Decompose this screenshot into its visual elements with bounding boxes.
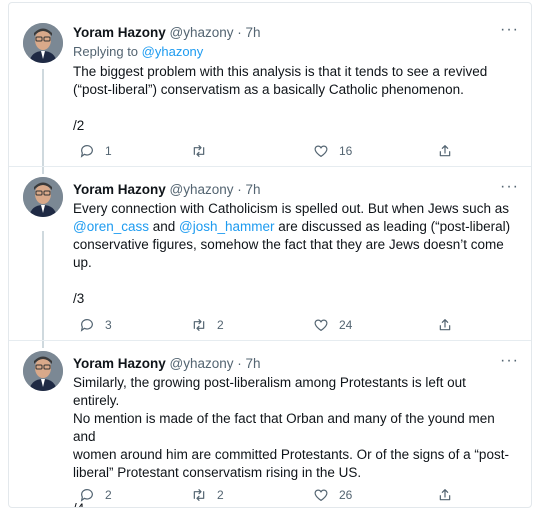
retweet-icon xyxy=(191,317,207,333)
reply-count: 3 xyxy=(105,318,112,332)
mention-link[interactable]: @josh_hammer xyxy=(179,219,275,234)
like-button[interactable]: 26 xyxy=(313,487,352,503)
share-button[interactable] xyxy=(437,317,453,333)
timestamp[interactable]: 7h xyxy=(246,356,261,371)
thread-number: /2 xyxy=(73,118,85,133)
share-button[interactable] xyxy=(437,143,453,159)
timestamp[interactable]: 7h xyxy=(246,25,261,40)
separator: · xyxy=(233,25,246,40)
display-name[interactable]: Yoram Hazony xyxy=(73,356,166,371)
tweet-line: The biggest problem with this analysis i… xyxy=(73,64,488,79)
tweet[interactable]: Yoram Hazony @yhazony · 7h ··· Similarly… xyxy=(9,340,531,507)
share-button[interactable] xyxy=(437,487,453,503)
retweet-button[interactable]: 2 xyxy=(191,487,224,503)
share-icon xyxy=(437,317,453,333)
avatar[interactable] xyxy=(23,177,63,217)
retweet-count: 2 xyxy=(217,318,224,332)
tweet-line: Similarly, the growing post-liberalism a… xyxy=(73,375,466,408)
user-handle[interactable]: @yhazony xyxy=(170,25,234,40)
tweet-actions: 3 2 24 xyxy=(73,317,473,337)
replying-to-handle[interactable]: @yhazony xyxy=(142,44,204,59)
tweet-line: @oren_cass and @josh_hammer are discusse… xyxy=(73,218,513,236)
separator: · xyxy=(233,182,246,197)
retweet-button[interactable] xyxy=(191,143,217,159)
tweet[interactable]: Yoram Hazony @yhazony · 7h ··· Replying … xyxy=(9,3,531,166)
tweet-line: No mention is made of the fact that Orba… xyxy=(73,411,495,444)
display-name[interactable]: Yoram Hazony xyxy=(73,25,166,40)
retweet-icon xyxy=(191,487,207,503)
share-icon xyxy=(437,487,453,503)
like-icon xyxy=(313,143,329,159)
reply-icon xyxy=(79,317,95,333)
reply-button[interactable]: 3 xyxy=(79,317,112,333)
thread-frame: Yoram Hazony @yhazony · 7h ··· Replying … xyxy=(8,2,532,508)
tweet-line: women around him are committed Protestan… xyxy=(73,447,509,462)
tweet-text-fragment: are discussed as leading (“post-liberal) xyxy=(274,219,511,234)
like-count: 24 xyxy=(339,318,353,332)
tweet-header: Yoram Hazony @yhazony · 7h xyxy=(73,356,261,371)
like-count: 16 xyxy=(339,144,353,158)
timestamp[interactable]: 7h xyxy=(246,182,261,197)
tweet-line: Every connection with Catholicism is spe… xyxy=(73,201,509,216)
tweet-line: up. xyxy=(73,255,92,270)
tweet[interactable]: Yoram Hazony @yhazony · 7h ··· Every con… xyxy=(9,166,531,341)
retweet-count: 2 xyxy=(217,488,224,502)
tweet-text: The biggest problem with this analysis i… xyxy=(73,63,513,135)
avatar[interactable] xyxy=(23,351,63,391)
retweet-button[interactable]: 2 xyxy=(191,317,224,333)
replying-to-label: Replying to xyxy=(73,44,139,59)
like-count: 26 xyxy=(339,488,353,502)
replying-to: Replying to @yhazony xyxy=(73,44,203,59)
reply-count: 1 xyxy=(105,144,112,158)
avatar[interactable] xyxy=(23,23,63,63)
like-button[interactable]: 24 xyxy=(313,317,352,333)
mention-link[interactable]: @oren_cass xyxy=(73,219,149,234)
reply-icon xyxy=(79,487,95,503)
reply-button[interactable]: 2 xyxy=(79,487,112,503)
like-icon xyxy=(313,487,329,503)
thread-number: /3 xyxy=(73,291,85,306)
tweet-header: Yoram Hazony @yhazony · 7h xyxy=(73,182,261,197)
tweet-header: Yoram Hazony @yhazony · 7h xyxy=(73,25,261,40)
like-icon xyxy=(313,317,329,333)
retweet-icon xyxy=(191,143,207,159)
user-handle[interactable]: @yhazony xyxy=(170,356,234,371)
user-handle[interactable]: @yhazony xyxy=(170,182,234,197)
share-icon xyxy=(437,143,453,159)
reply-button[interactable]: 1 xyxy=(79,143,112,159)
separator: · xyxy=(233,356,246,371)
tweet-actions: 1 16 xyxy=(73,143,473,163)
more-icon[interactable]: ··· xyxy=(500,21,519,39)
display-name[interactable]: Yoram Hazony xyxy=(73,182,166,197)
tweet-line: conservative figures, somehow the fact t… xyxy=(73,237,504,252)
tweet-actions: 2 2 26 xyxy=(73,487,473,507)
tweet-line: (“post-liberal”) conservatism as a basic… xyxy=(73,82,464,97)
reply-icon xyxy=(79,143,95,159)
tweet-text: Every connection with Catholicism is spe… xyxy=(73,200,513,308)
tweet-line: liberal” Protestant conservatism rising … xyxy=(73,465,362,480)
reply-count: 2 xyxy=(105,488,112,502)
like-button[interactable]: 16 xyxy=(313,143,352,159)
more-icon[interactable]: ··· xyxy=(500,352,519,370)
tweet-text-fragment: and xyxy=(149,219,180,234)
more-icon[interactable]: ··· xyxy=(500,178,519,196)
